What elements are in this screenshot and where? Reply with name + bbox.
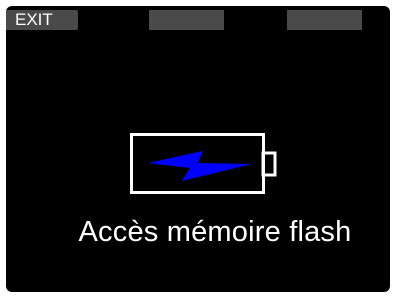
lightning-bolt-icon	[148, 151, 252, 181]
exit-softkey-label: EXIT	[15, 10, 53, 29]
center-softkey[interactable]	[149, 10, 224, 30]
status-message: Accès mémoire flash	[78, 216, 352, 248]
battery-charging-icon	[130, 133, 277, 194]
device-screen: EXIT Accès mémoire flash	[6, 6, 390, 292]
right-softkey[interactable]	[287, 10, 362, 30]
exit-softkey[interactable]: EXIT	[6, 10, 78, 30]
